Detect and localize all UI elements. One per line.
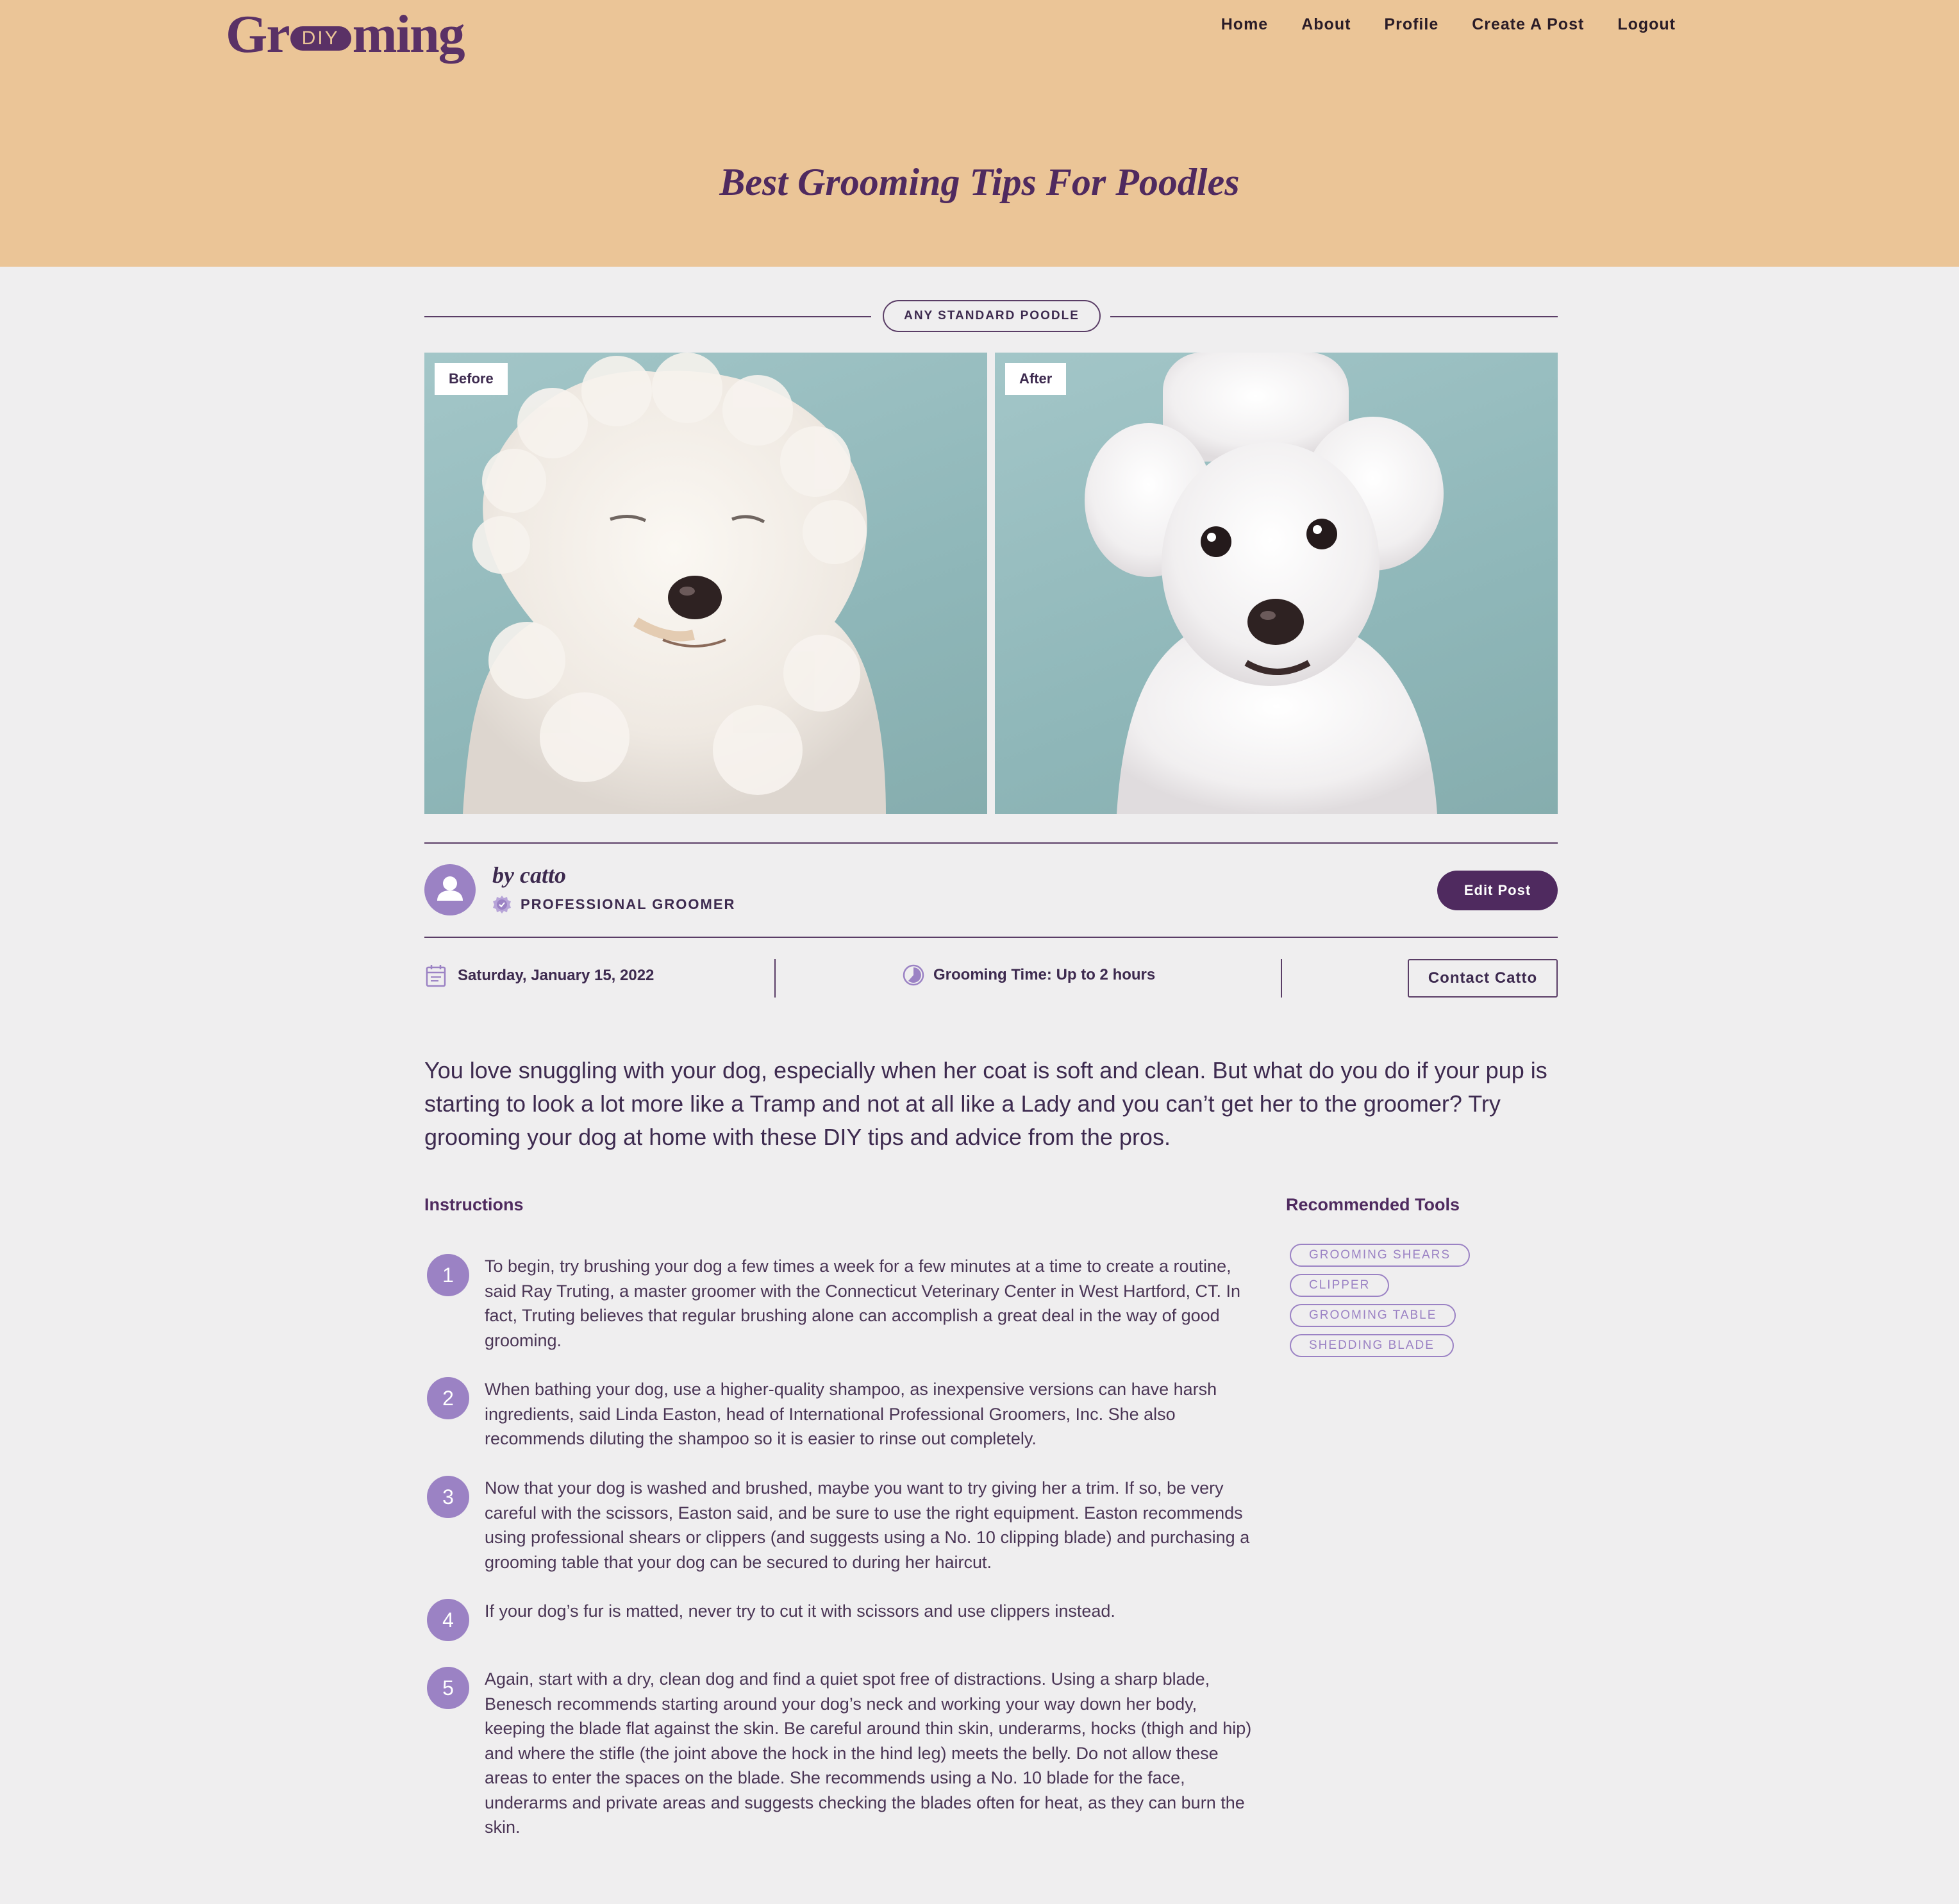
after-label: After xyxy=(1005,363,1067,395)
verified-badge-icon xyxy=(493,896,511,914)
post-date: Saturday, January 15, 2022 xyxy=(426,964,654,987)
category-tag[interactable]: ANY STANDARD POODLE xyxy=(883,300,1101,332)
post-date-text: Saturday, January 15, 2022 xyxy=(458,967,654,984)
category-divider: ANY STANDARD POODLE xyxy=(424,300,1558,332)
site-logo[interactable]: Gr DIY ming xyxy=(226,4,465,65)
nav-about[interactable]: About xyxy=(1301,15,1351,34)
author-bottom-rule xyxy=(424,937,1558,938)
author-role-text: PROFESSIONAL GROOMER xyxy=(521,896,736,912)
fluffy-dog-illustration xyxy=(463,353,886,814)
before-photo: Before xyxy=(424,353,987,814)
step-number: 3 xyxy=(427,1476,469,1518)
after-photo: After xyxy=(995,353,1558,814)
grooming-time-text: Grooming Time: Up to 2 hours xyxy=(933,966,1156,983)
step-number: 2 xyxy=(427,1377,469,1419)
before-label: Before xyxy=(435,363,508,395)
calendar-icon xyxy=(426,965,446,987)
nav-create-post[interactable]: Create A Post xyxy=(1472,15,1584,34)
logo-text-start: Gr xyxy=(226,4,290,64)
step-text: Again, start with a dry, clean dog and f… xyxy=(485,1669,1252,1837)
grooming-time: Grooming Time: Up to 2 hours xyxy=(903,964,1155,986)
main-nav: Home About Profile Create A Post Logout xyxy=(1221,15,1676,34)
author-top-rule xyxy=(424,842,1558,844)
tool-tag[interactable]: SHEDDING BLADE xyxy=(1290,1334,1454,1357)
recommended-tools-heading: Recommended Tools xyxy=(1286,1195,1460,1214)
edit-post-button[interactable]: Edit Post xyxy=(1437,871,1558,910)
post-intro: You love snuggling with your dog, especi… xyxy=(424,1057,1547,1150)
tool-tag[interactable]: GROOMING TABLE xyxy=(1290,1304,1456,1327)
step-number: 5 xyxy=(427,1667,469,1709)
author-avatar[interactable] xyxy=(424,864,476,915)
site-header: Gr DIY ming Home About Profile Create A … xyxy=(0,0,1959,267)
tool-tag[interactable]: CLIPPER xyxy=(1290,1274,1390,1297)
step-text: When bathing your dog, use a higher-qual… xyxy=(485,1380,1217,1448)
meta-separator xyxy=(774,959,776,998)
post-title: Best Grooming Tips For Poodles xyxy=(719,161,1240,203)
timer-icon xyxy=(903,964,924,986)
user-icon xyxy=(437,876,463,901)
meta-separator xyxy=(1281,959,1282,998)
nav-home[interactable]: Home xyxy=(1221,15,1268,34)
contact-author-button[interactable]: Contact Catto xyxy=(1408,959,1558,998)
divider-line-left xyxy=(424,316,871,317)
divider-line-right xyxy=(1110,316,1558,317)
step-number: 1 xyxy=(427,1254,469,1296)
step-text: Now that your dog is washed and brushed,… xyxy=(485,1478,1250,1572)
step-text: If your dog’s fur is matted, never try t… xyxy=(485,1601,1115,1621)
instructions-heading: Instructions xyxy=(424,1195,524,1214)
step-number: 4 xyxy=(427,1599,469,1641)
groomed-poodle-illustration xyxy=(1085,353,1444,814)
author-role: PROFESSIONAL GROOMER xyxy=(492,895,735,914)
logo-diy-pill: DIY xyxy=(290,26,351,51)
logo-text-end: ming xyxy=(352,4,465,64)
tool-tag[interactable]: GROOMING SHEARS xyxy=(1290,1244,1471,1267)
step-text: To begin, try brushing your dog a few ti… xyxy=(485,1257,1240,1350)
nav-profile[interactable]: Profile xyxy=(1384,15,1438,34)
author-name[interactable]: by catto xyxy=(492,862,566,889)
nav-logout[interactable]: Logout xyxy=(1617,15,1676,34)
